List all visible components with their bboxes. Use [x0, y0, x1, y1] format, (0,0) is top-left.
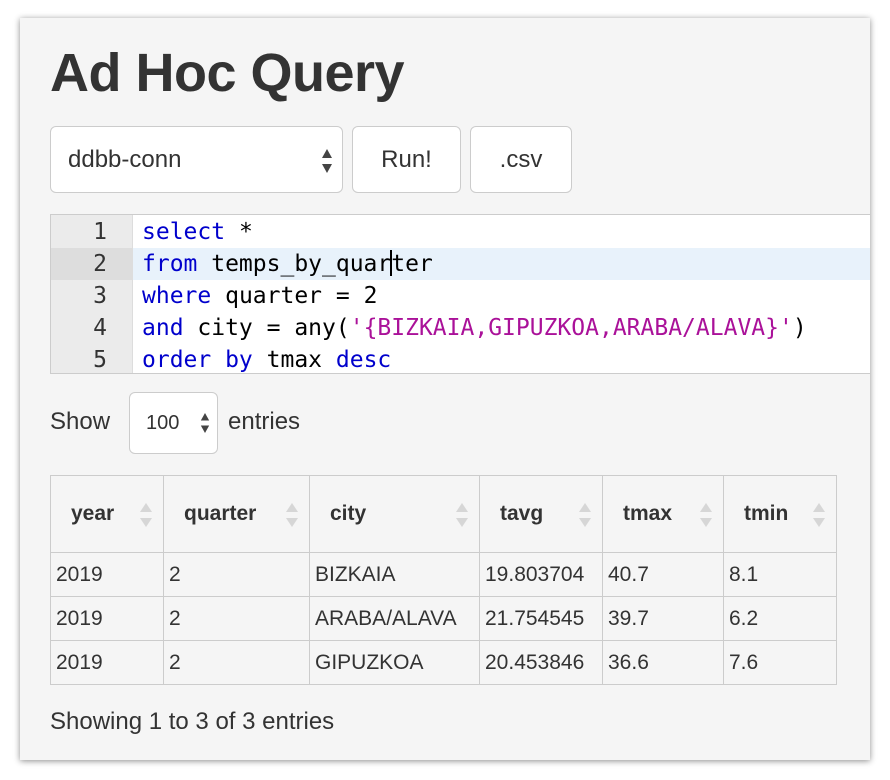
column-header-quarter[interactable]: quarter	[163, 475, 310, 553]
code-text: select *	[142, 216, 253, 248]
line-number: 3	[93, 283, 107, 309]
code-text: and city = any('{BIZKAIA,GIPUZKOA,ARABA/…	[142, 312, 807, 344]
column-header-label: tavg	[500, 502, 544, 525]
query-panel: Ad Hoc Query ddbb-conn Run! .csv 1 select…	[20, 18, 870, 760]
sort-icon	[456, 503, 468, 527]
line-number: 2	[51, 248, 133, 280]
sql-keyword: from	[142, 251, 198, 277]
table-cell: 2019	[50, 552, 164, 597]
code-text: where quarter = 2	[142, 280, 377, 312]
sql-text: )	[792, 315, 807, 341]
line-number: 5	[93, 347, 107, 373]
entries-per-page-value: 100	[146, 412, 180, 434]
select-arrows-icon	[322, 149, 332, 173]
table-header-row: year quarter city tavg tmax tmin	[50, 475, 837, 553]
column-header-label: tmin	[744, 502, 789, 525]
code-line[interactable]: 2 from temps_by_quarter	[51, 248, 870, 280]
select-arrows-icon	[200, 413, 210, 433]
connection-select-value: ddbb-conn	[68, 146, 182, 173]
column-header-tmin[interactable]: tmin	[723, 475, 837, 553]
table-cell: 19.803704	[479, 552, 603, 597]
sql-keyword: select	[142, 219, 226, 245]
sql-string: '{BIZKAIA,GIPUZKOA,ARABA/ALAVA}'	[349, 315, 793, 341]
table-cell: 39.7	[602, 596, 724, 641]
line-number: 1	[93, 219, 107, 245]
entries-label: entries	[228, 408, 301, 435]
table-cell: 8.1	[723, 552, 837, 597]
code-line[interactable]: 4 and city = any('{BIZKAIA,GIPUZKOA,ARABA…	[51, 312, 870, 344]
connection-select[interactable]: ddbb-conn	[50, 126, 343, 193]
table-cell: 7.6	[723, 640, 837, 685]
column-header-tavg[interactable]: tavg	[479, 475, 603, 553]
run-button[interactable]: Run!	[352, 126, 461, 193]
sql-text: temps_by_quar	[197, 251, 392, 277]
table-cell: GIPUZKOA	[309, 640, 480, 685]
sql-text: city = any(	[183, 315, 350, 341]
column-header-city[interactable]: city	[309, 475, 480, 553]
sort-icon	[813, 503, 825, 527]
entries-per-page-select[interactable]: 100	[129, 392, 218, 454]
code-text: from temps_by_quarter	[142, 248, 433, 280]
sort-icon	[579, 503, 591, 527]
table-cell: 40.7	[602, 552, 724, 597]
table-cell: 2019	[50, 596, 164, 641]
csv-export-button[interactable]: .csv	[470, 126, 572, 193]
table-row: 2019 2 ARABA/ALAVA 21.754545 39.7 6.2	[50, 596, 837, 641]
code-text: order by tmax desc	[142, 344, 391, 376]
column-header-tmax[interactable]: tmax	[602, 475, 724, 553]
table-row: 2019 2 BIZKAIA 19.803704 40.7 8.1	[50, 552, 837, 597]
sql-keyword: and	[142, 315, 184, 341]
sql-keyword: order by	[142, 347, 253, 373]
table-cell: 2	[163, 640, 310, 685]
code-line[interactable]: 3 where quarter = 2	[51, 280, 870, 312]
code-line[interactable]: 1 select *	[51, 216, 870, 248]
table-cell: 2	[163, 596, 310, 641]
column-header-label: year	[71, 502, 115, 525]
sql-editor[interactable]: 1 select * 2 from temps_by_quarter 3 where qu…	[50, 214, 870, 374]
sql-keyword: where	[142, 283, 212, 309]
page-title: Ad Hoc Query	[50, 43, 405, 103]
sql-text: ter	[391, 251, 433, 277]
table-cell: 20.453846	[479, 640, 603, 685]
table-cell: 6.2	[723, 596, 837, 641]
table-info-text: Showing 1 to 3 of 3 entries	[50, 708, 335, 735]
code-line[interactable]: 5 order by tmax desc	[51, 344, 870, 376]
sort-icon	[286, 503, 298, 527]
sql-text: tmax	[252, 347, 336, 373]
sort-icon	[140, 503, 152, 527]
column-header-year[interactable]: year	[50, 475, 164, 553]
table-cell: 21.754545	[479, 596, 603, 641]
table-cell: BIZKAIA	[309, 552, 480, 597]
line-number: 4	[93, 315, 107, 341]
sort-icon	[700, 503, 712, 527]
show-label: Show	[50, 408, 111, 435]
sql-text: *	[225, 219, 253, 245]
sql-keyword: desc	[335, 347, 392, 373]
table-cell: 2019	[50, 640, 164, 685]
table-cell: 36.6	[602, 640, 724, 685]
column-header-label: city	[330, 502, 367, 525]
results-table: year quarter city tavg tmax tmin 2019 2 …	[50, 475, 837, 685]
table-row: 2019 2 GIPUZKOA 20.453846 36.6 7.6	[50, 640, 837, 685]
column-header-label: quarter	[184, 502, 257, 525]
column-header-label: tmax	[623, 502, 673, 525]
table-cell: 2	[163, 552, 310, 597]
sql-text: quarter = 2	[211, 283, 378, 309]
table-cell: ARABA/ALAVA	[309, 596, 480, 641]
